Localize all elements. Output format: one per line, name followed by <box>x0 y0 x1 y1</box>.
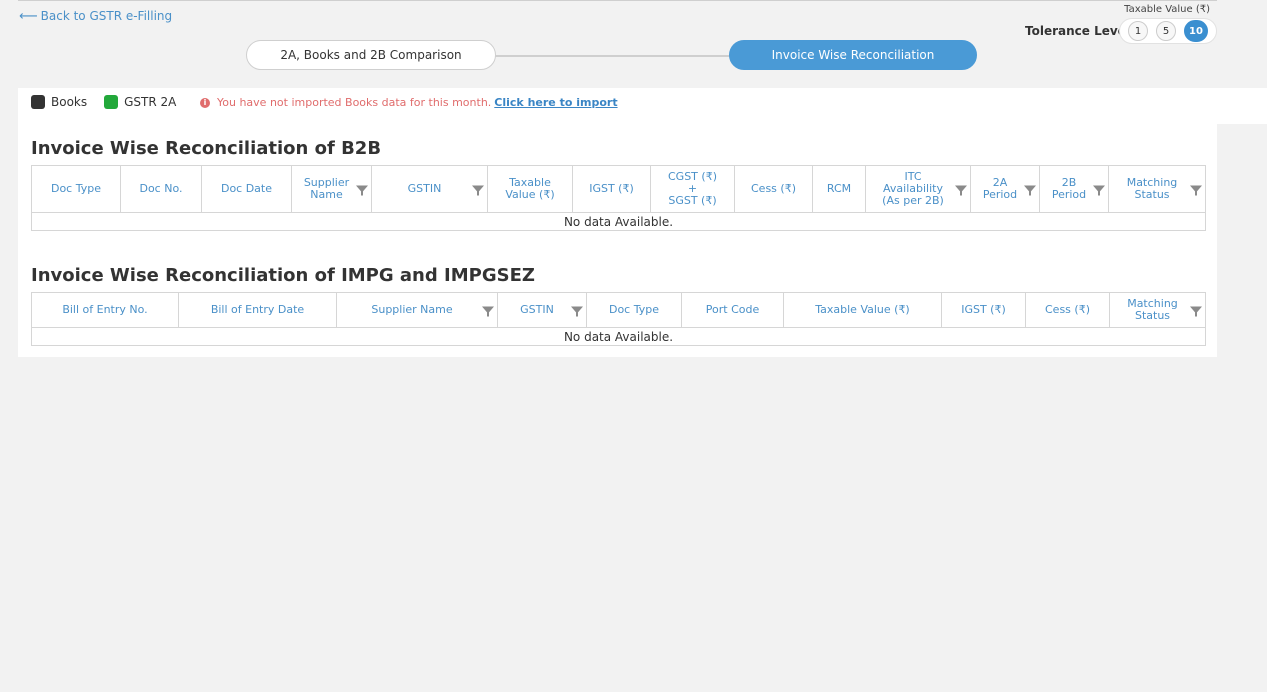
top-divider <box>18 0 1217 1</box>
b2b-header-2a-period[interactable]: 2A Period <box>970 165 1040 213</box>
header-label: Doc No. <box>139 182 183 195</box>
impg-section-title: Invoice Wise Reconciliation of IMPG and … <box>31 265 535 286</box>
impg-table: Bill of Entry No. Bill of Entry Date Suppl… <box>31 292 1206 346</box>
tolerance-option-1[interactable]: 1 <box>1128 21 1148 41</box>
header-label: Value (₹) <box>505 188 555 201</box>
b2b-header-doc-type[interactable]: Doc Type <box>31 165 121 213</box>
header-label: GSTIN <box>407 182 442 195</box>
tolerance-option-10[interactable]: 10 <box>1184 20 1208 42</box>
filter-icon[interactable] <box>571 306 583 317</box>
filter-icon[interactable] <box>955 185 967 196</box>
header-label: Taxable Value (₹) <box>815 303 910 316</box>
tolerance-caption: Taxable Value (₹) <box>1124 4 1210 15</box>
tolerance-option-5[interactable]: 5 <box>1156 21 1176 41</box>
filter-icon[interactable] <box>356 185 368 196</box>
filter-icon[interactable] <box>482 306 494 317</box>
legend: Books GSTR 2A <box>31 95 193 109</box>
back-to-gstr-link[interactable]: ⟵ Back to GSTR e-Filling <box>19 9 172 23</box>
b2b-table: Doc Type Doc No. Doc Date Supplier Name GSTIN… <box>31 165 1206 231</box>
b2b-header-2b-period[interactable]: 2B Period <box>1039 165 1109 213</box>
header-label: Bill of Entry Date <box>210 303 305 316</box>
b2b-header-doc-no[interactable]: Doc No. <box>120 165 202 213</box>
header-label: Bill of Entry No. <box>62 303 148 316</box>
header-label: RCM <box>826 182 852 195</box>
filter-icon[interactable] <box>1024 185 1036 196</box>
info-icon: i <box>200 97 210 108</box>
books-swatch <box>31 95 45 109</box>
impg-header-matching-status[interactable]: Matching Status <box>1109 292 1206 328</box>
impg-header-doc-type[interactable]: Doc Type <box>586 292 682 328</box>
legend-books-label: Books <box>51 95 88 109</box>
b2b-empty-message: No data Available. <box>31 212 1206 231</box>
b2b-section-title: Invoice Wise Reconciliation of B2B <box>31 138 382 159</box>
impg-header-taxable-value[interactable]: Taxable Value (₹) <box>783 292 942 328</box>
impg-header-port-code[interactable]: Port Code <box>681 292 784 328</box>
b2b-header-matching-status[interactable]: Matching Status <box>1108 165 1206 213</box>
header-label: Doc Type <box>50 182 101 195</box>
step-invoice-reconciliation[interactable]: Invoice Wise Reconciliation <box>729 40 977 70</box>
b2b-header-gstin[interactable]: GSTIN <box>371 165 488 213</box>
b2b-header-doc-date[interactable]: Doc Date <box>201 165 292 213</box>
filter-icon[interactable] <box>472 185 484 196</box>
header-label: (As per 2B) <box>882 194 944 207</box>
impg-header-gstin[interactable]: GSTIN <box>497 292 587 328</box>
impg-header-igst[interactable]: IGST (₹) <box>941 292 1026 328</box>
impg-header-supplier-name[interactable]: Supplier Name <box>336 292 498 328</box>
warning-text: You have not imported Books data for thi… <box>217 96 492 109</box>
legend-books: Books <box>31 95 87 109</box>
back-link-label: Back to GSTR e-Filling <box>40 9 173 23</box>
header-label: Status <box>1134 188 1170 201</box>
header-label: Cess (₹) <box>1045 303 1090 316</box>
b2b-header-itc-availability-as-per-2b[interactable]: ITC Availability (As per 2B) <box>865 165 971 213</box>
step-comparison[interactable]: 2A, Books and 2B Comparison <box>246 40 496 70</box>
filter-icon[interactable] <box>1190 306 1202 317</box>
b2b-header-supplier-name[interactable]: Supplier Name <box>291 165 372 213</box>
legend-gstr2a-label: GSTR 2A <box>124 95 177 109</box>
header-label: Port Code <box>705 303 760 316</box>
filter-icon[interactable] <box>1190 185 1202 196</box>
header-label: Supplier Name <box>371 303 453 316</box>
header-label: Cess (₹) <box>751 182 796 195</box>
import-link[interactable]: Click here to import <box>494 96 617 109</box>
legend-gstr2a: GSTR 2A <box>104 95 176 109</box>
header-label: Name <box>310 188 343 201</box>
impg-header-cess[interactable]: Cess (₹) <box>1025 292 1110 328</box>
header-label: Status <box>1134 309 1171 322</box>
header-label: Doc Type <box>608 303 659 316</box>
b2b-header-igst[interactable]: IGST (₹) <box>572 165 651 213</box>
impg-header-bill-of-entry-date[interactable]: Bill of Entry Date <box>178 292 337 328</box>
header-label: GSTIN <box>520 303 554 316</box>
tolerance-selector: 1 5 10 <box>1119 18 1217 44</box>
header-label: IGST (₹) <box>589 182 634 195</box>
impg-empty-message: No data Available. <box>31 327 1206 346</box>
import-warning: i You have not imported Books data for t… <box>200 96 618 109</box>
arrow-left-icon: ⟵ <box>19 8 38 24</box>
stepper-connector <box>490 55 735 57</box>
b2b-header-rcm[interactable]: RCM <box>812 165 866 213</box>
filter-icon[interactable] <box>1093 185 1105 196</box>
impg-header-bill-of-entry-no[interactable]: Bill of Entry No. <box>31 292 179 328</box>
header-label: SGST (₹) <box>668 194 717 207</box>
gstr2a-swatch <box>104 95 119 109</box>
header-label: Period <box>982 188 1018 201</box>
b2b-header-cgst-sgst[interactable]: CGST (₹) + SGST (₹) <box>650 165 735 213</box>
b2b-header-taxable-value[interactable]: Taxable Value (₹) <box>487 165 573 213</box>
header-label: Doc Date <box>220 182 273 195</box>
b2b-header-cess[interactable]: Cess (₹) <box>734 165 813 213</box>
tolerance-label: Tolerance Level <box>1025 24 1130 38</box>
header-label: Period <box>1051 188 1087 201</box>
header-label: IGST (₹) <box>961 303 1006 316</box>
